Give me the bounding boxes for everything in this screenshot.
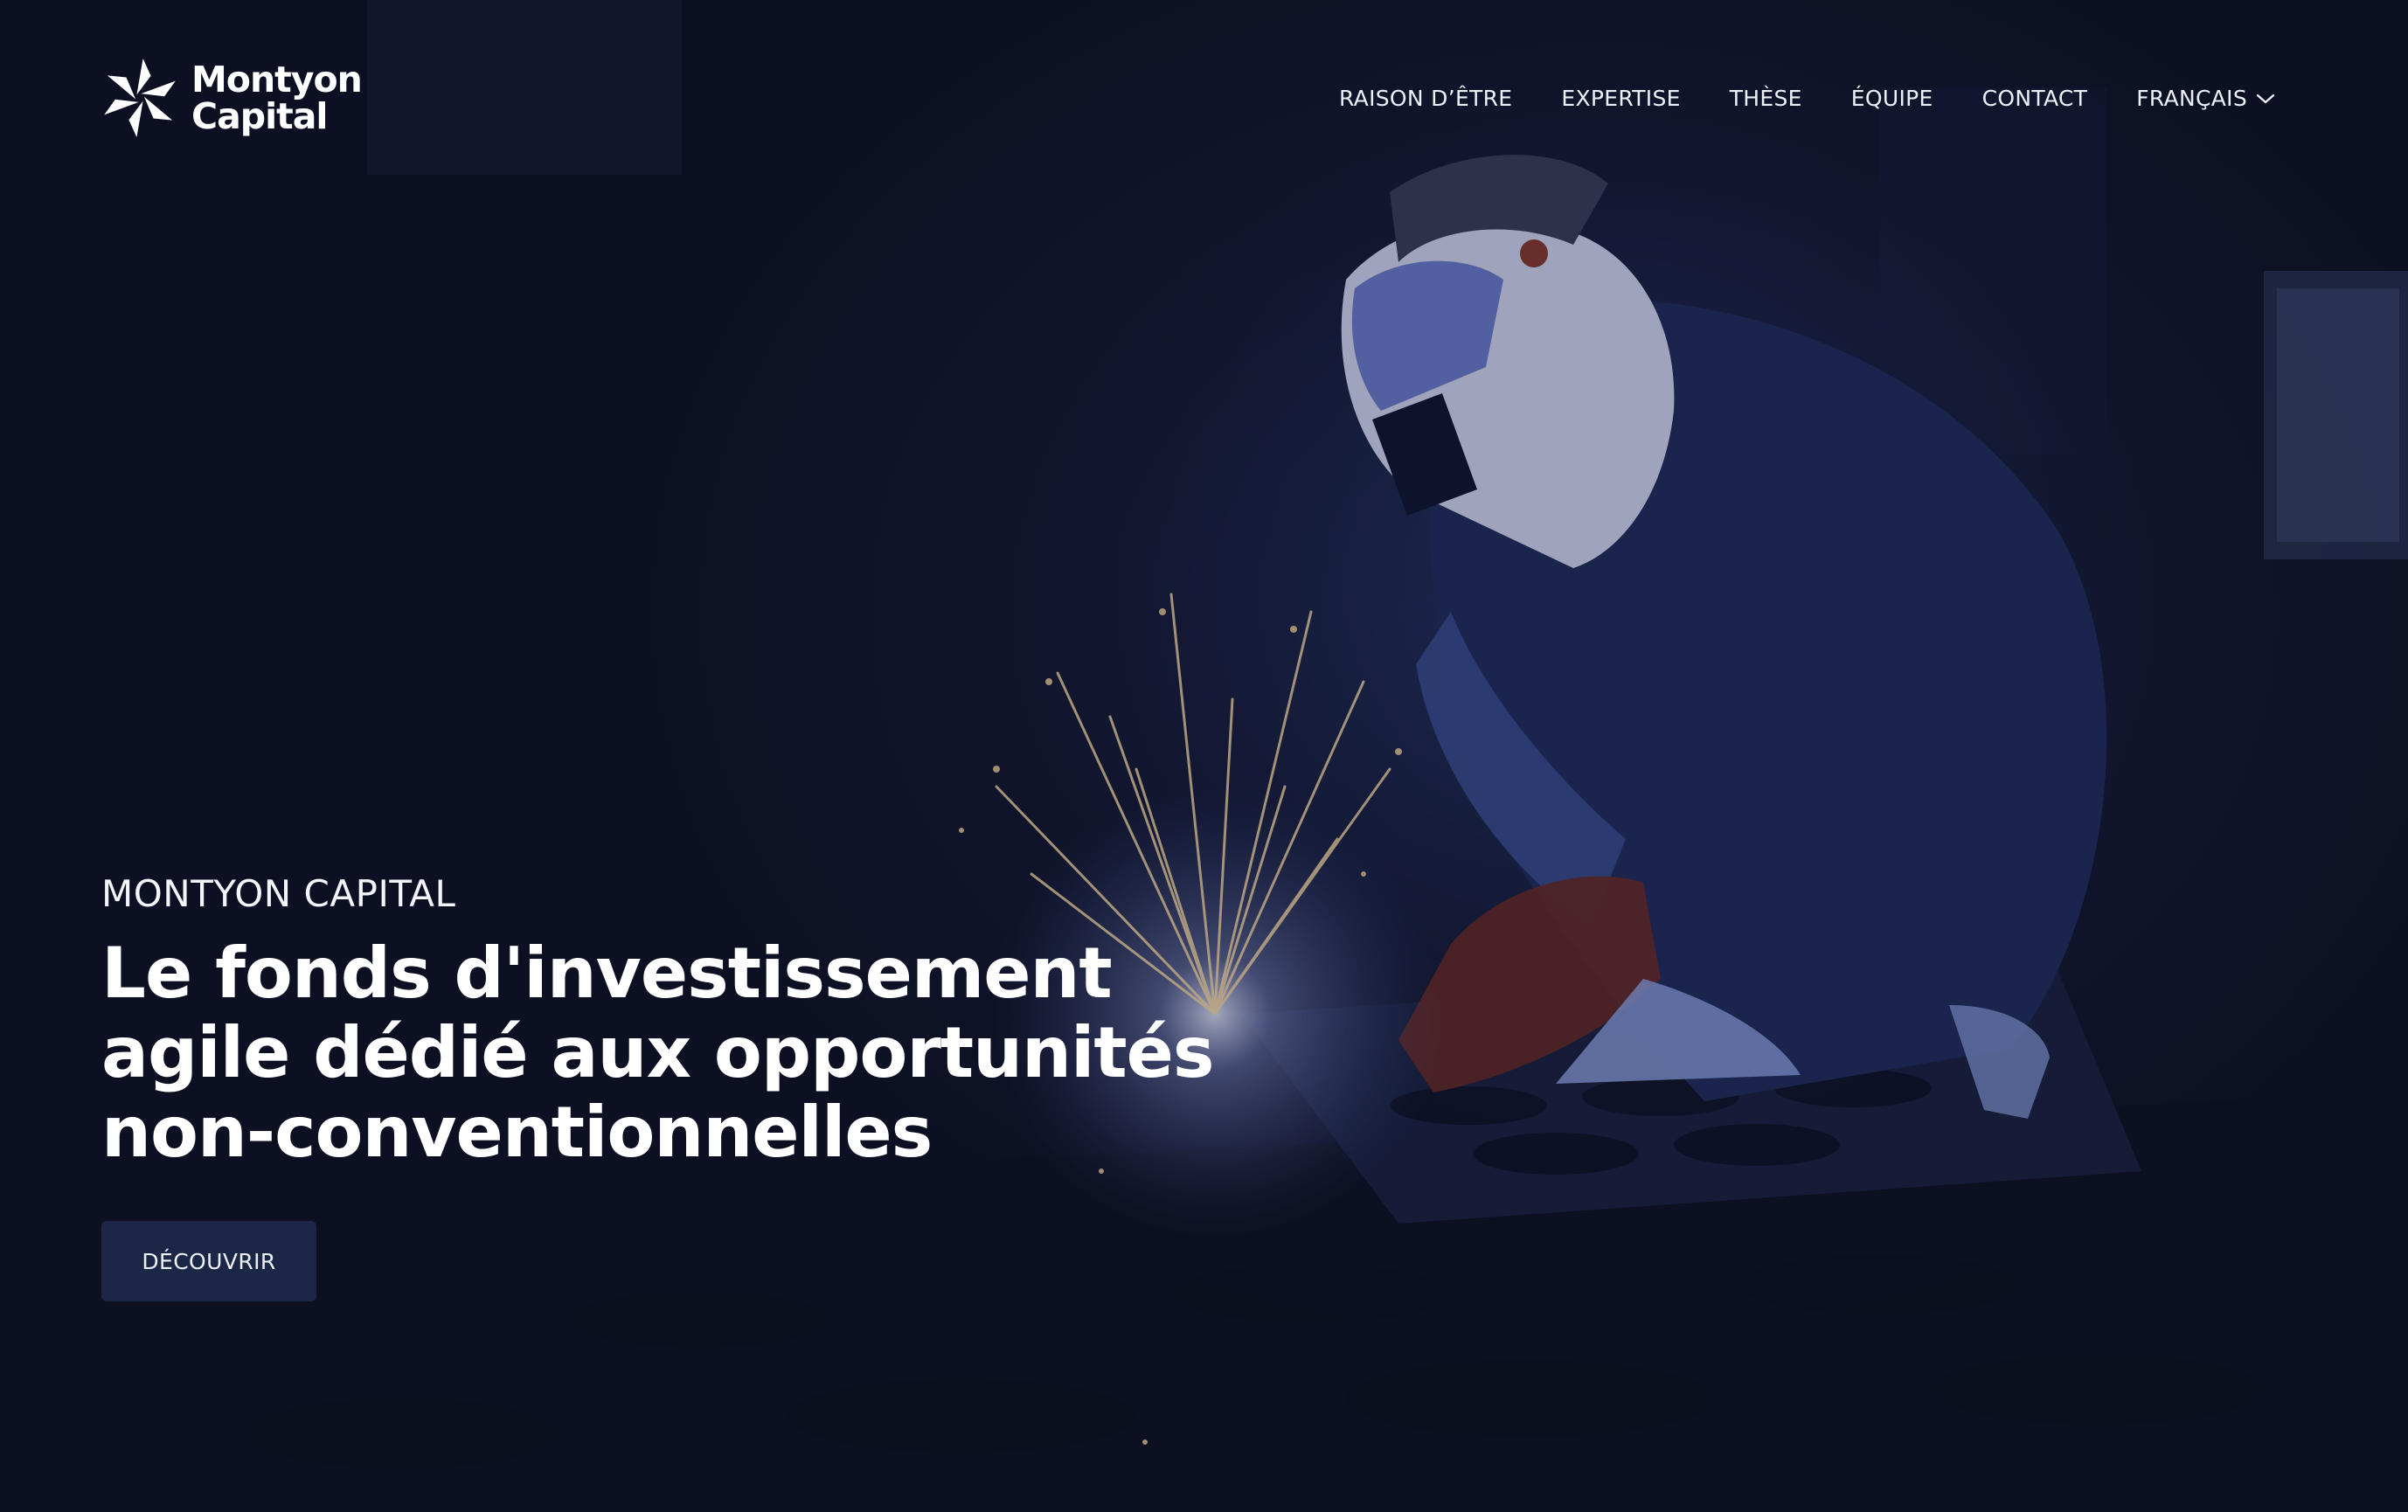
discover-button[interactable]: DÉCOUVRIR <box>101 1221 316 1301</box>
nav-item-raison-detre[interactable]: RAISON D’ÊTRE <box>1339 86 1512 111</box>
chevron-down-icon <box>2256 94 2275 103</box>
nav-item-expertise[interactable]: EXPERTISE <box>1561 86 1680 111</box>
brand-logo[interactable]: Montyon Capital <box>101 54 363 142</box>
nav-item-contact[interactable]: CONTACT <box>1982 86 2088 111</box>
headline-line-1: Le fonds d'investissement <box>101 933 1113 1014</box>
hero-headline: Le fonds d'investissement agile dédié au… <box>101 933 1215 1173</box>
hero-eyebrow: MONTYON CAPITAL <box>101 872 456 915</box>
pinwheel-logo-icon <box>104 59 176 137</box>
headline-line-2: agile dédié aux opportunités <box>101 1012 1215 1093</box>
hero-section: Montyon Capital RAISON D’ÊTRE EXPERTISE … <box>0 0 2408 1512</box>
brand-line-1: Montyon <box>191 59 363 101</box>
nav-item-equipe[interactable]: ÉQUIPE <box>1851 86 1933 111</box>
language-label: FRANÇAIS <box>2136 86 2247 111</box>
language-selector[interactable]: FRANÇAIS <box>2136 86 2275 111</box>
headline-line-3: non-conventionnelles <box>101 1092 933 1173</box>
main-nav: RAISON D’ÊTRE EXPERTISE THÈSE ÉQUIPE CON… <box>1339 86 2275 111</box>
nav-item-these[interactable]: THÈSE <box>1730 86 1802 111</box>
brand-line-2: Capital <box>191 95 328 137</box>
hero-background-image <box>0 0 2408 1512</box>
brand-wordmark: Montyon Capital <box>191 59 363 137</box>
